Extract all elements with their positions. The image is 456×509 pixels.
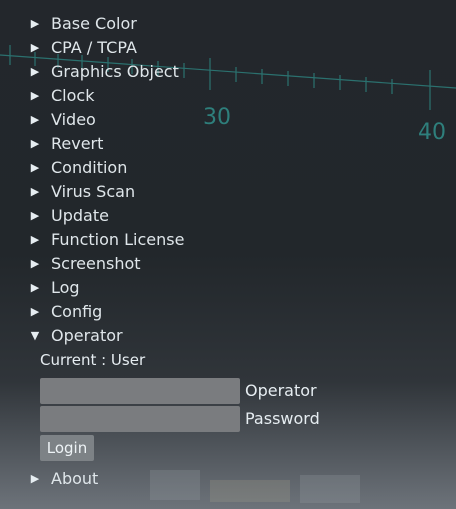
menu-item-label: Graphics Object — [51, 62, 179, 81]
expand-arrow-icon: ▶ — [30, 113, 40, 126]
collapse-arrow-icon: ▼ — [30, 329, 40, 342]
menu-item-condition[interactable]: ▶ Condition — [0, 156, 456, 180]
menu-item-update[interactable]: ▶ Update — [0, 204, 456, 228]
operator-field-label: Operator — [245, 381, 317, 400]
menu-item-label: Update — [51, 206, 109, 225]
expand-arrow-icon: ▶ — [30, 41, 40, 54]
operator-panel: Current : User Operator Password Login — [0, 348, 456, 478]
settings-menu: ▶ Base Color ▶ CPA / TCPA ▶ Graphics Object… — [0, 12, 456, 478]
menu-item-screenshot[interactable]: ▶ Screenshot — [0, 252, 456, 276]
menu-item-operator[interactable]: ▼ Operator — [0, 324, 456, 348]
menu-item-video[interactable]: ▶ Video — [0, 108, 456, 132]
menu-item-label: Config — [51, 302, 103, 321]
expand-arrow-icon: ▶ — [30, 209, 40, 222]
expand-arrow-icon: ▶ — [30, 257, 40, 270]
menu-item-label: Video — [51, 110, 96, 129]
expand-arrow-icon: ▶ — [30, 472, 40, 485]
expand-arrow-icon: ▶ — [30, 17, 40, 30]
menu-item-revert[interactable]: ▶ Revert — [0, 132, 456, 156]
current-user-text: Current : User — [40, 351, 146, 369]
menu-item-label: Base Color — [51, 14, 137, 33]
menu-item-label: Clock — [51, 86, 95, 105]
menu-item-cpa-tcpa[interactable]: ▶ CPA / TCPA — [0, 36, 456, 60]
expand-arrow-icon: ▶ — [30, 161, 40, 174]
menu-item-log[interactable]: ▶ Log — [0, 276, 456, 300]
menu-item-config[interactable]: ▶ Config — [0, 300, 456, 324]
password-input[interactable] — [40, 406, 240, 432]
menu-item-label: About — [51, 469, 99, 488]
menu-item-label: Operator — [51, 326, 123, 345]
menu-item-label: CPA / TCPA — [51, 38, 137, 57]
password-field-label: Password — [245, 409, 320, 428]
menu-item-base-color[interactable]: ▶ Base Color — [0, 12, 456, 36]
login-button[interactable]: Login — [40, 435, 94, 461]
expand-arrow-icon: ▶ — [30, 65, 40, 78]
menu-item-clock[interactable]: ▶ Clock — [0, 84, 456, 108]
operator-input[interactable] — [40, 378, 240, 404]
menu-item-function-license[interactable]: ▶ Function License — [0, 228, 456, 252]
expand-arrow-icon: ▶ — [30, 137, 40, 150]
menu-item-label: Virus Scan — [51, 182, 136, 201]
menu-item-label: Condition — [51, 158, 128, 177]
menu-item-graphics-object[interactable]: ▶ Graphics Object — [0, 60, 456, 84]
menu-item-label: Function License — [51, 230, 185, 249]
expand-arrow-icon: ▶ — [30, 185, 40, 198]
menu-item-label: Log — [51, 278, 80, 297]
menu-item-label: Screenshot — [51, 254, 141, 273]
menu-item-label: Revert — [51, 134, 104, 153]
expand-arrow-icon: ▶ — [30, 89, 40, 102]
menu-item-virus-scan[interactable]: ▶ Virus Scan — [0, 180, 456, 204]
expand-arrow-icon: ▶ — [30, 281, 40, 294]
expand-arrow-icon: ▶ — [30, 233, 40, 246]
menu-item-about[interactable]: ▶ About — [0, 467, 456, 491]
expand-arrow-icon: ▶ — [30, 305, 40, 318]
